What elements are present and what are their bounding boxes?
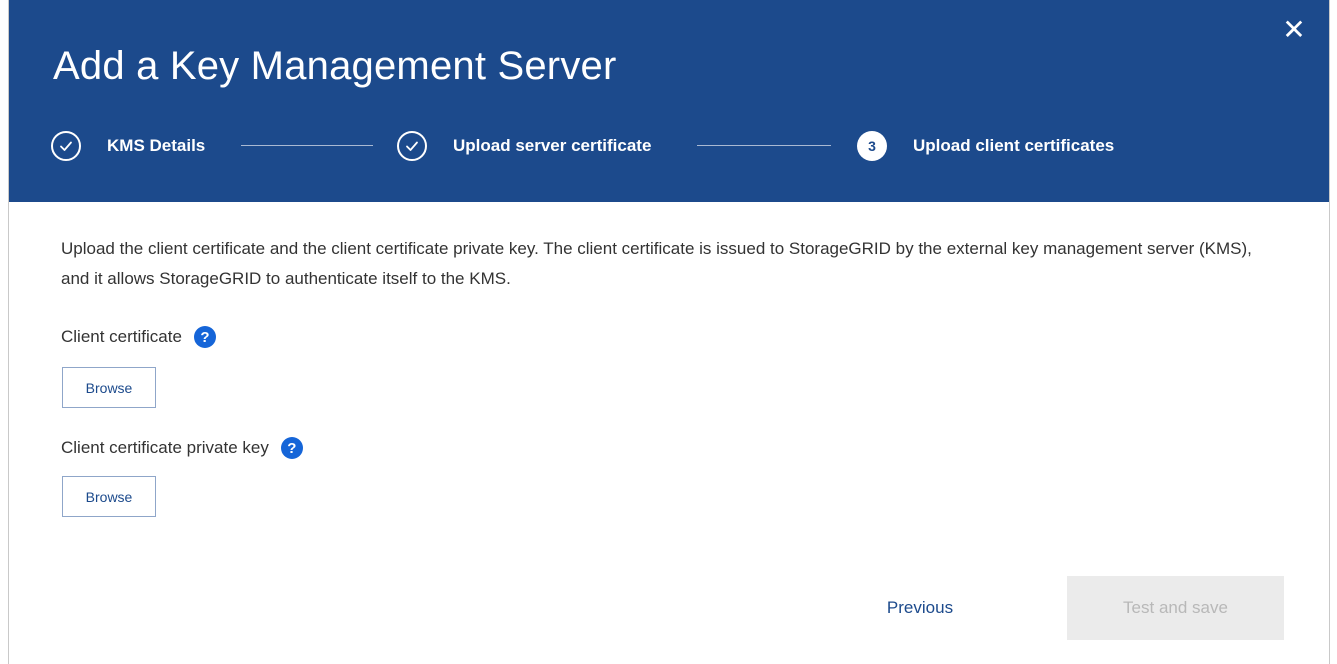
description-text: Upload the client certificate and the cl… xyxy=(61,239,1252,288)
help-icon[interactable]: ? xyxy=(280,437,303,459)
check-circle-icon xyxy=(51,131,81,161)
step-connector xyxy=(697,145,831,146)
close-icon[interactable]: ✕ xyxy=(1277,12,1311,46)
step-label: Upload server certificate xyxy=(453,136,652,155)
dialog-header: Add a Key Management Server ✕ KMS Detail… xyxy=(9,0,1329,202)
test-and-save-button[interactable]: Test and save xyxy=(1067,576,1284,640)
step-label: KMS Details xyxy=(107,136,206,155)
check-circle-icon xyxy=(397,131,427,161)
private-key-browse-button[interactable]: Browse xyxy=(62,476,156,517)
step-connector xyxy=(241,145,373,146)
private-key-label-row: Client certificate private key ? xyxy=(61,437,303,459)
client-certificate-label: Client certificate xyxy=(61,327,182,346)
dialog-title: Add a Key Management Server xyxy=(53,44,617,88)
step-upload-server-certificate: Upload server certificate xyxy=(397,129,651,163)
private-key-label: Client certificate private key xyxy=(61,438,269,457)
step-label: Upload client certificates xyxy=(913,136,1115,155)
previous-button[interactable]: Previous xyxy=(867,590,973,626)
step-number: 3 xyxy=(857,131,887,161)
step-upload-client-certificates: 3 Upload client certificates xyxy=(857,129,1114,163)
client-certificate-browse-button[interactable]: Browse xyxy=(62,367,156,408)
client-certificate-label-row: Client certificate ? xyxy=(61,326,216,348)
step-kms-details: KMS Details xyxy=(51,129,205,163)
add-kms-dialog: Add a Key Management Server ✕ KMS Detail… xyxy=(8,0,1330,664)
help-icon[interactable]: ? xyxy=(193,326,216,348)
